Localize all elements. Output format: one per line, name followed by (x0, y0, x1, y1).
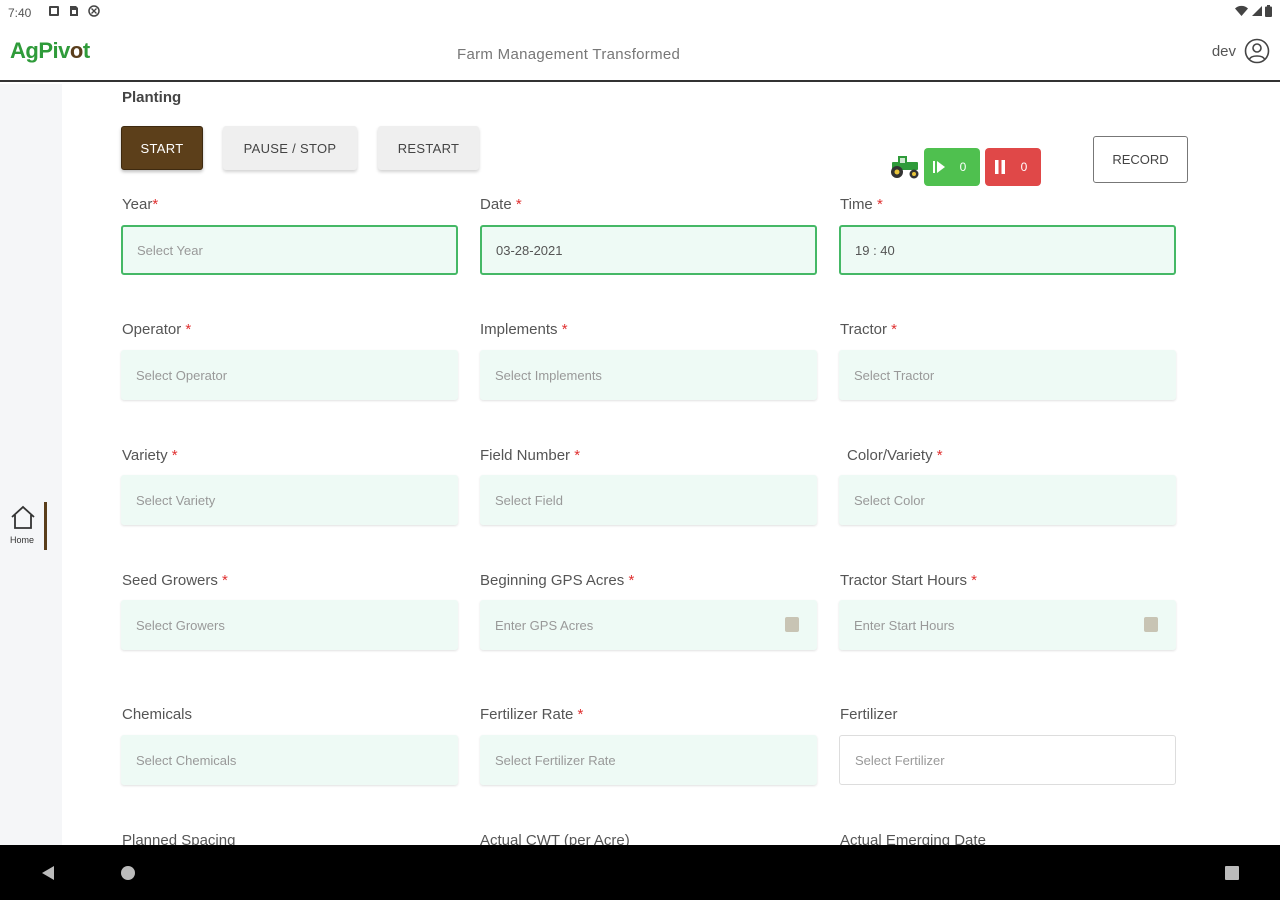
fertilizer-rate-select[interactable]: Select Fertilizer Rate (480, 735, 817, 785)
logo-text-o: o (69, 38, 83, 63)
pause-stop-button[interactable]: PAUSE / STOP (223, 126, 357, 170)
fertilizer-rate-label: Fertilizer Rate * (480, 706, 584, 723)
stop-count: 0 (1020, 160, 1028, 174)
sidebar-item-label: Home (10, 535, 35, 545)
logo-text-piv: Piv (38, 38, 70, 63)
system-nav-bar (0, 845, 1280, 900)
sidebar-item-home[interactable]: Home (8, 502, 48, 550)
page-title: Planting (122, 89, 182, 106)
fertilizer-label: Fertilizer (840, 706, 898, 723)
seed-growers-select[interactable]: Select Growers (121, 600, 458, 650)
date-label: Date * (480, 196, 522, 213)
account-icon[interactable] (1244, 38, 1270, 64)
status-time: 7:40 (8, 6, 32, 20)
user-menu[interactable]: dev (1212, 38, 1270, 64)
start-count: 0 (959, 160, 967, 174)
time-field[interactable]: 19 : 40 (839, 225, 1176, 275)
record-button[interactable]: RECORD (1093, 136, 1188, 183)
tractor-label: Tractor * (840, 321, 897, 338)
wifi-icon (1235, 5, 1248, 16)
stop-counter: 0 (985, 148, 1041, 186)
start-hours-placeholder: Enter Start Hours (854, 617, 955, 633)
sidebar (0, 84, 62, 845)
variety-label: Variety * (122, 447, 178, 464)
calculator-icon[interactable] (785, 617, 799, 632)
signal-icon (1252, 6, 1262, 16)
field-number-select[interactable]: Select Field (480, 475, 817, 525)
app-header: AgPivot Farm Management Transformed dev (0, 26, 1280, 82)
active-indicator (44, 502, 47, 550)
gps-acres-placeholder: Enter GPS Acres (495, 617, 594, 633)
time-label: Time * (840, 196, 883, 213)
restart-button[interactable]: RESTART (378, 126, 479, 170)
notification-icon (49, 6, 59, 16)
tractor-start-hours-input[interactable]: Enter Start Hours (839, 600, 1176, 650)
year-label: Year* (122, 196, 159, 213)
beginning-gps-acres-input[interactable]: Enter GPS Acres (480, 600, 817, 650)
tractor-start-hours-label: Tractor Start Hours * (840, 572, 977, 589)
pause-icon (995, 160, 1005, 174)
year-select[interactable]: Select Year (121, 225, 458, 275)
home-nav-icon[interactable] (120, 865, 136, 881)
tractor-icon (891, 156, 919, 179)
operator-label: Operator * (122, 321, 192, 338)
status-bar: 7:40 (0, 0, 1280, 26)
seed-growers-label: Seed Growers * (122, 572, 228, 589)
operator-select[interactable]: Select Operator (121, 350, 458, 400)
implements-label: Implements * (480, 321, 568, 338)
system-icons (1235, 5, 1272, 17)
logo-text-t: t (82, 38, 90, 63)
color-variety-label: Color/Variety * (847, 447, 943, 464)
calculator-icon[interactable] (1144, 617, 1158, 632)
fertilizer-select[interactable]: Select Fertilizer (839, 735, 1176, 785)
notification-icons (48, 5, 100, 17)
variety-select[interactable]: Select Variety (121, 475, 458, 525)
home-icon (11, 505, 35, 529)
sync-icon (88, 5, 100, 17)
field-number-label: Field Number * (480, 447, 581, 464)
back-icon[interactable] (40, 865, 56, 881)
date-field[interactable]: 03-28-2021 (480, 225, 817, 275)
user-name: dev (1211, 42, 1236, 60)
color-variety-select[interactable]: Select Color (839, 475, 1176, 525)
play-icon (933, 161, 945, 173)
tractor-select[interactable]: Select Tractor (839, 350, 1176, 400)
start-counter: 0 (924, 148, 980, 186)
sim-icon (70, 6, 78, 16)
recents-icon[interactable] (1224, 865, 1240, 881)
chemicals-label: Chemicals (122, 706, 193, 723)
start-button[interactable]: START (121, 126, 203, 170)
app-tagline: Farm Management Transformed (457, 46, 681, 63)
battery-icon (1265, 5, 1272, 17)
logo-text-ag: Ag (10, 38, 39, 63)
beginning-gps-acres-label: Beginning GPS Acres * (480, 572, 635, 589)
implements-select[interactable]: Select Implements (480, 350, 817, 400)
app-logo[interactable]: AgPivot (10, 38, 90, 64)
chemicals-select[interactable]: Select Chemicals (121, 735, 458, 785)
